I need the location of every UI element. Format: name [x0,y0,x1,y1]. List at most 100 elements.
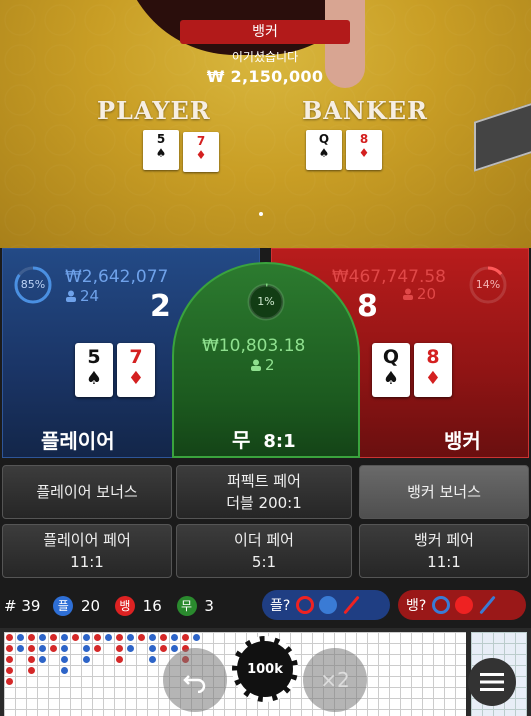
road-marker [83,634,90,641]
either-pair-odds: 5:1 [251,553,277,571]
perfect-pair-label: 퍼펙트 페어 [227,472,301,490]
player-predict-label: 플? [270,598,291,614]
road-marker [94,634,101,641]
double-button[interactable]: ×2 [303,648,367,712]
road-marker [116,656,123,663]
chip-selector[interactable]: 100k [232,636,298,702]
winner-banner: 뱅커 [180,20,350,44]
banker-bonus-label: 뱅커 보너스 [407,483,481,501]
betting-area: 85% ₩2,642,077 24 2 5 ♠ 7 ♦ 플레이어 ₩467,747.… [0,248,531,462]
road-marker [6,678,13,685]
tie-bet-spot[interactable]: 1% ₩10,803.18 2 무 8:1 [172,262,360,458]
road-marker [61,656,68,663]
road-marker [17,634,24,641]
either-pair-button[interactable]: 이더 페어 5:1 [176,524,352,578]
perfect-pair-odds: 더블 200:1 [226,494,302,512]
player-percent: 85% [20,278,46,291]
player-bettor-count: 24 [65,287,99,305]
cockroach-slash-icon [342,595,361,615]
road-marker [193,634,200,641]
road-marker [171,634,178,641]
road-marker [171,645,178,652]
road-marker [39,656,46,663]
table-card-banker-1: Q ♠ [306,130,342,170]
win-message: 이기셨습니다 ₩ 2,150,000 [186,48,344,92]
either-pair-label: 이더 페어 [234,531,294,549]
road-marker [6,656,13,663]
road-marker [61,634,68,641]
road-marker [149,645,156,652]
tie-count: 2 [265,356,275,374]
player-pair-odds: 11:1 [70,553,104,571]
tie-bettor-count: 2 [250,356,275,374]
banker-pair-odds: 11:1 [427,553,461,571]
tie-payout: 8:1 [263,431,296,452]
player-bonus-button[interactable]: 플레이어 보너스 [2,465,172,519]
player-wins: 20 [81,597,101,615]
person-icon [251,359,261,371]
player-card-1: 5 ♠ [75,343,113,397]
banker-percent-ring: 14% [468,265,508,305]
player-pair-button[interactable]: 플레이어 페어 11:1 [2,524,172,578]
baccarat-screen: 뱅커 이기셨습니다 ₩ 2,150,000 PLAYER BANKER 5 ♠ 7… [0,0,531,716]
banker-score: 8 [357,289,378,324]
cockroach-slash-icon [478,595,497,615]
road-marker [28,634,35,641]
banker-pair-button[interactable]: 뱅커 페어 11:1 [359,524,529,578]
perfect-pair-button[interactable]: 퍼펙트 페어 더블 200:1 [176,465,352,519]
banker-predict-button[interactable]: 뱅? [398,590,526,620]
person-icon [66,290,76,302]
player-total-amount: ₩2,642,077 [65,267,169,287]
big-road-ring-icon [432,596,451,614]
player-label: 플레이어 [41,429,115,453]
big-eye-dot-icon [319,596,338,614]
road-marker [149,656,156,663]
road-marker [160,634,167,641]
road-marker [61,645,68,652]
ties-count: 3 [204,597,214,615]
player-card-2: 7 ♦ [117,343,155,397]
road-marker [6,645,13,652]
banker-predict-label: 뱅? [406,598,427,614]
banker-bettor-count: 20 [402,285,436,303]
road-marker [50,634,57,641]
win-label: 이기셨습니다 [231,50,299,64]
hash-symbol: # [4,597,17,615]
banker-bonus-button[interactable]: 뱅커 보너스 [359,465,529,519]
road-marker [28,656,35,663]
road-marker [138,634,145,641]
banker-label: 뱅커 [444,429,481,453]
road-marker [83,656,90,663]
table-player-word: PLAYER [97,96,211,125]
tie-percent-ring: 1% [246,282,286,322]
undo-button[interactable] [163,648,227,712]
menu-icon [480,673,504,691]
road-marker [50,645,57,652]
player-pair-label: 플레이어 페어 [43,531,131,549]
menu-button[interactable] [468,658,516,706]
player-predict-button[interactable]: 플? [262,590,390,620]
road-marker [116,645,123,652]
road-marker [39,645,46,652]
tie-total-amount: ₩10,803.18 [202,336,306,356]
road-marker [116,634,123,641]
road-marker [127,645,134,652]
player-score: 2 [150,289,171,324]
banker-percent: 14% [475,278,501,291]
chip-value: 100k [247,661,283,677]
banker-card-1: Q ♠ [372,343,410,397]
big-road-ring-icon [296,596,315,614]
tie-percent: 1% [257,295,275,308]
win-amount: ₩ 2,150,000 [206,67,324,86]
road-marker [149,634,156,641]
road-marker [160,645,167,652]
road-marker [28,645,35,652]
road-marker [94,645,101,652]
player-bonus-label: 플레이어 보너스 [36,483,138,501]
banker-card-2: 8 ♦ [414,343,452,397]
road-marker [61,667,68,674]
road-marker [6,667,13,674]
road-marker [72,634,79,641]
road-marker [105,634,112,641]
banker-wins-badge: 뱅 [114,596,135,616]
